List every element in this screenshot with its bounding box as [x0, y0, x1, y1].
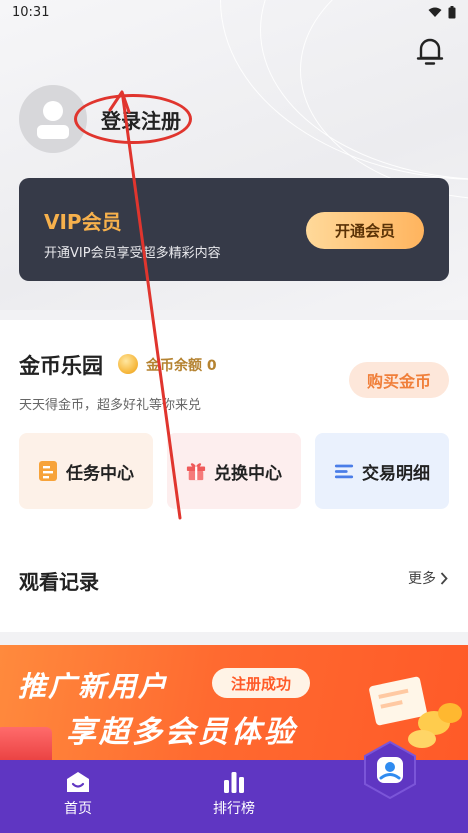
gift-icon — [186, 463, 206, 481]
vip-title: VIP会员 — [44, 210, 122, 234]
battery-icon — [448, 5, 456, 18]
buy-coins-button[interactable]: 购买金币 — [349, 362, 449, 398]
coin-balance: 金币余额 0 — [146, 358, 217, 374]
transaction-details-tile[interactable]: 交易明细 — [315, 433, 449, 509]
coins-illustration — [369, 676, 462, 748]
promo-subheadline: 享超多会员体验 — [66, 715, 297, 750]
status-time: 10:31 — [12, 4, 50, 20]
gift-box-illustration — [0, 727, 52, 760]
open-vip-button[interactable]: 开通会员 — [306, 212, 424, 249]
annotation-circle — [74, 94, 192, 144]
profile-icon[interactable] — [360, 740, 420, 800]
chevron-right-icon — [440, 571, 448, 585]
nav-ranking-label: 排行榜 — [213, 801, 255, 817]
task-center-tile[interactable]: 任务中心 — [19, 433, 153, 509]
list-icon — [334, 464, 354, 479]
exchange-center-label: 兑换中心 — [214, 463, 282, 484]
wifi-icon — [428, 7, 442, 17]
exchange-center-tile[interactable]: 兑换中心 — [167, 433, 301, 509]
task-center-label: 任务中心 — [66, 463, 134, 484]
profile-header: 10:31 登录注册 VIP会员 开通VIP会员享受超多精彩内容 开通会员 — [0, 0, 468, 310]
task-icon — [39, 461, 57, 481]
vip-card[interactable]: VIP会员 开通VIP会员享受超多精彩内容 开通会员 — [19, 178, 449, 281]
transaction-details-label: 交易明细 — [362, 463, 430, 484]
vip-subtitle: 开通VIP会员享受超多精彩内容 — [44, 246, 221, 261]
bottom-nav: 首页 排行榜 — [0, 740, 468, 833]
nav-ranking[interactable]: 排行榜 — [194, 770, 274, 818]
watch-history-title: 观看记录 — [19, 570, 99, 594]
nav-home[interactable]: 首页 — [38, 770, 118, 818]
status-icons — [428, 5, 456, 19]
bar-chart-icon — [224, 772, 244, 793]
promo-headline: 推广新用户 — [18, 670, 169, 703]
coin-icon — [118, 354, 138, 374]
coin-park-subtitle: 天天得金币，超多好礼等你来兑 — [19, 398, 202, 413]
promo-badge: 注册成功 — [212, 668, 310, 698]
home-icon — [67, 772, 89, 792]
background-wave — [300, 0, 468, 200]
coin-park-title: 金币乐园 — [19, 354, 103, 378]
watch-history-more-link[interactable]: 更多 — [408, 568, 448, 588]
status-bar: 10:31 — [0, 0, 468, 24]
nav-home-label: 首页 — [64, 801, 92, 817]
notification-bell-icon[interactable] — [416, 36, 444, 66]
more-label: 更多 — [408, 571, 436, 587]
coin-park-section: 金币乐园 金币余额 0 购买金币 天天得金币，超多好礼等你来兑 任务中心 兑换中… — [0, 320, 468, 632]
